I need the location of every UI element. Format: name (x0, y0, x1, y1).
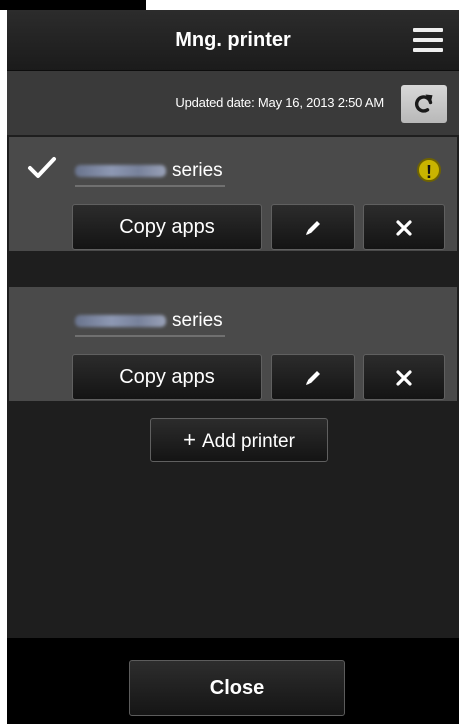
add-printer-label: Add printer (201, 431, 295, 452)
blurred-model-name (75, 315, 166, 327)
printer-card-1: series ! Copy apps (9, 137, 457, 251)
pencil-icon (306, 370, 320, 385)
printer-name-link[interactable]: series (75, 307, 225, 337)
hamburger-menu-icon[interactable] (413, 28, 443, 52)
updated-date-text: Updated date: May 16, 2013 2:50 AM (175, 95, 384, 110)
printer-series-label: series (172, 160, 223, 181)
edit-printer-button[interactable] (271, 354, 355, 400)
copy-apps-button[interactable]: Copy apps (72, 204, 262, 250)
pencil-icon (306, 220, 320, 235)
header-bar: Mng. printer (7, 10, 459, 71)
add-printer-button[interactable]: + Add printer (150, 418, 328, 462)
page-title: Mng. printer (175, 29, 291, 51)
delete-printer-button[interactable] (363, 354, 445, 400)
refresh-icon (414, 94, 433, 113)
footer-bar: Close (7, 638, 459, 724)
delete-printer-button[interactable] (363, 204, 445, 250)
printer-name-link[interactable]: series (75, 157, 225, 187)
close-icon (396, 370, 412, 386)
close-button[interactable]: Close (129, 660, 345, 716)
check-icon (28, 157, 56, 178)
app-screen: Mng. printer Updated date: May 16, 2013 … (7, 10, 459, 724)
blurred-model-name (75, 165, 166, 177)
top-corner-tab (0, 0, 146, 10)
warning-icon[interactable]: ! (417, 158, 441, 182)
printer-series-label: series (172, 310, 223, 331)
plus-icon: + (183, 427, 196, 452)
refresh-button[interactable] (401, 85, 447, 123)
update-status-row: Updated date: May 16, 2013 2:50 AM (7, 71, 459, 135)
printer-card-2: series Copy apps (9, 287, 457, 401)
close-icon (396, 220, 412, 236)
edit-printer-button[interactable] (271, 204, 355, 250)
copy-apps-button[interactable]: Copy apps (72, 354, 262, 400)
